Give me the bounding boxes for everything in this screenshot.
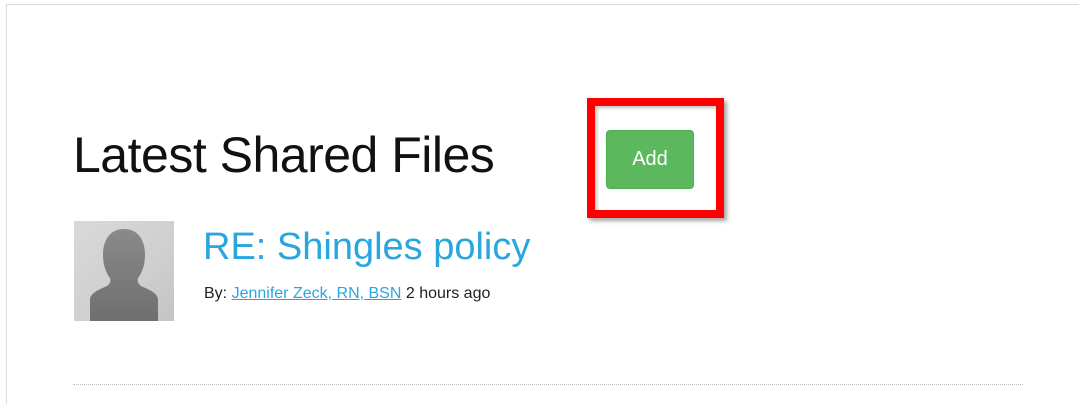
author-link[interactable]: Jennifer Zeck, RN, BSN xyxy=(232,285,402,302)
default-user-avatar-icon xyxy=(90,229,158,321)
shared-file-byline: By: Jennifer Zeck, RN, BSN 2 hours ago xyxy=(204,284,490,304)
by-label: By: xyxy=(204,285,228,302)
divider xyxy=(73,384,1023,385)
add-file-button[interactable]: Add xyxy=(606,130,694,189)
section-title: Latest Shared Files xyxy=(73,127,495,183)
shared-files-panel xyxy=(6,4,1079,404)
shared-file-title-link[interactable]: RE: Shingles policy xyxy=(203,222,530,272)
timestamp: 2 hours ago xyxy=(405,285,491,302)
avatar xyxy=(74,221,174,321)
